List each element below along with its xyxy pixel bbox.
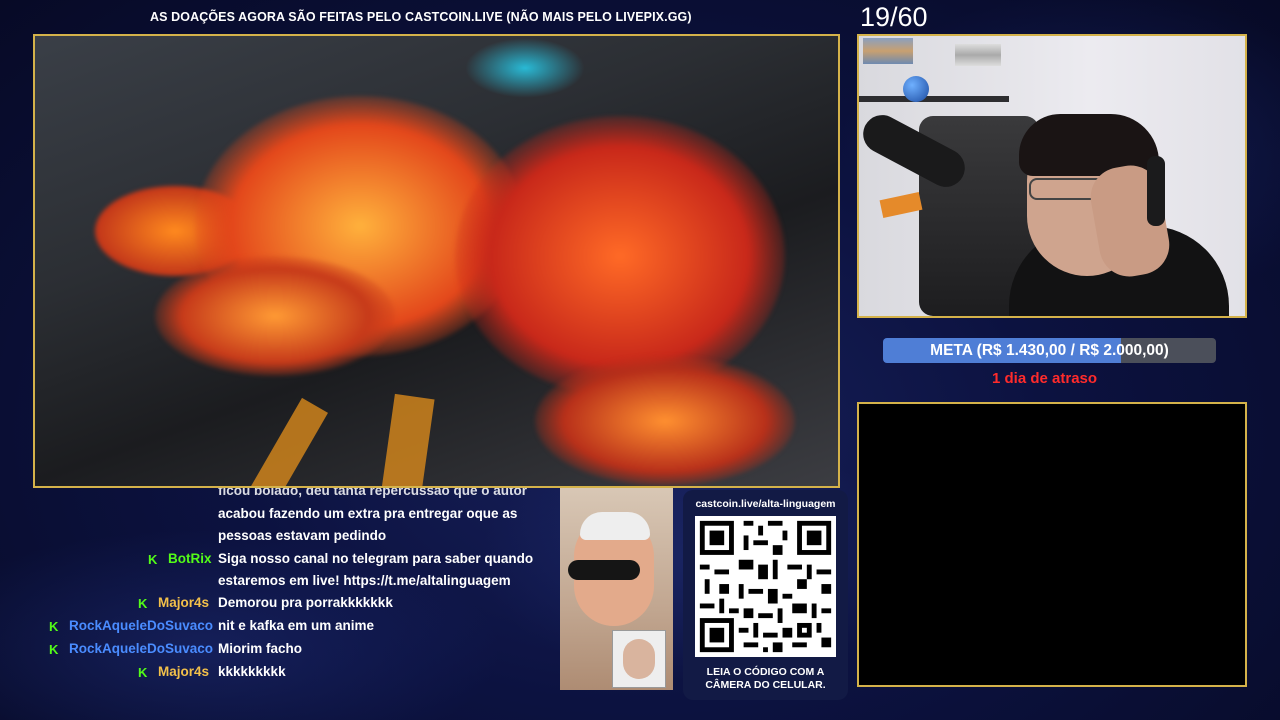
game-capture — [33, 34, 840, 488]
chat-username[interactable]: RockAqueleDoSuvaco — [69, 641, 213, 656]
headphones — [1147, 156, 1165, 226]
progress-counter: 19/60 — [860, 2, 928, 32]
pip-person-hair — [580, 512, 650, 540]
qr-caption: LEIA O CÓDIGO COM A CÂMERA DO CELULAR. — [683, 666, 848, 692]
globe — [903, 76, 929, 102]
chat-username[interactable]: Major4s — [158, 664, 209, 679]
chat-username[interactable]: Major4s — [158, 595, 209, 610]
chat-continuation: estaremos em live! https://t.me/altaling… — [218, 573, 511, 588]
pip-inset-photo — [612, 630, 666, 688]
qr-code[interactable] — [695, 516, 836, 657]
bookshelf-books — [863, 38, 913, 64]
game-scene-glow — [465, 38, 585, 98]
creature-limb — [535, 356, 795, 486]
chat-text: nit e kafka em um anime — [218, 618, 375, 633]
qr-caption-line: LEIA O CÓDIGO COM A — [706, 666, 825, 678]
chat-continuation: ficou bolado, deu tanta repercussão que … — [218, 488, 528, 498]
kick-badge-icon: K — [49, 619, 59, 634]
chat-text: Miorim facho — [218, 641, 303, 656]
chat-message: K RockAqueleDoSuvaco Miorim facho — [0, 639, 545, 661]
chat-message: K RockAqueleDoSuvaco nit e kafka em um a… — [0, 616, 545, 638]
empty-media-panel — [857, 402, 1247, 687]
bookshelf-books — [955, 44, 1001, 66]
pip-sunglasses — [568, 560, 640, 580]
pip-video — [560, 488, 673, 690]
pip-inset-face — [623, 639, 655, 679]
creature-limb — [155, 256, 395, 376]
chat-message: K Major4s kkkkkkkkk — [0, 662, 545, 684]
chat-text: kkkkkkkkk — [218, 664, 286, 679]
chat-panel: ficou bolado, deu tanta repercussão que … — [0, 488, 545, 688]
chat-text: Siga nosso canal no telegram para saber … — [218, 551, 534, 566]
shelf — [859, 96, 1009, 102]
chat-message: K Major4s Demorou pra porrakkkkkkk — [0, 593, 545, 615]
webcam-feed — [857, 34, 1247, 318]
chat-message: K BotRix Siga nosso canal no telegram pa… — [0, 549, 545, 571]
chat-continuation: acabou fazendo um extra pra entregar oqu… — [218, 506, 518, 521]
chat-continuation: pessoas estavam pedindo — [218, 528, 387, 543]
kick-badge-icon: K — [148, 552, 158, 567]
qr-url: castcoin.live/alta-linguagem — [695, 498, 836, 510]
qr-caption-line: CÂMERA DO CELULAR. — [705, 679, 826, 691]
donation-goal-label: META (R$ 1.430,00 / R$ 2.000,00) — [930, 342, 1169, 359]
chat-username[interactable]: RockAqueleDoSuvaco — [69, 618, 213, 633]
delay-notice: 1 dia de atraso — [992, 370, 1098, 387]
qr-donation-card: castcoin.live/alta-linguagem LEIA O CÓDI… — [683, 490, 848, 700]
chat-text: Demorou pra porrakkkkkkk — [218, 595, 393, 610]
donation-goal-bar: META (R$ 1.430,00 / R$ 2.000,00) — [883, 338, 1216, 363]
kick-badge-icon: K — [138, 665, 148, 680]
chat-username[interactable]: BotRix — [168, 551, 212, 566]
donation-banner: AS DOAÇÕES AGORA SÃO FEITAS PELO CASTCOI… — [150, 10, 692, 24]
qr-code-graphic — [695, 516, 836, 657]
kick-badge-icon: K — [49, 642, 59, 657]
kick-badge-icon: K — [138, 596, 148, 611]
creature-body — [455, 116, 785, 396]
